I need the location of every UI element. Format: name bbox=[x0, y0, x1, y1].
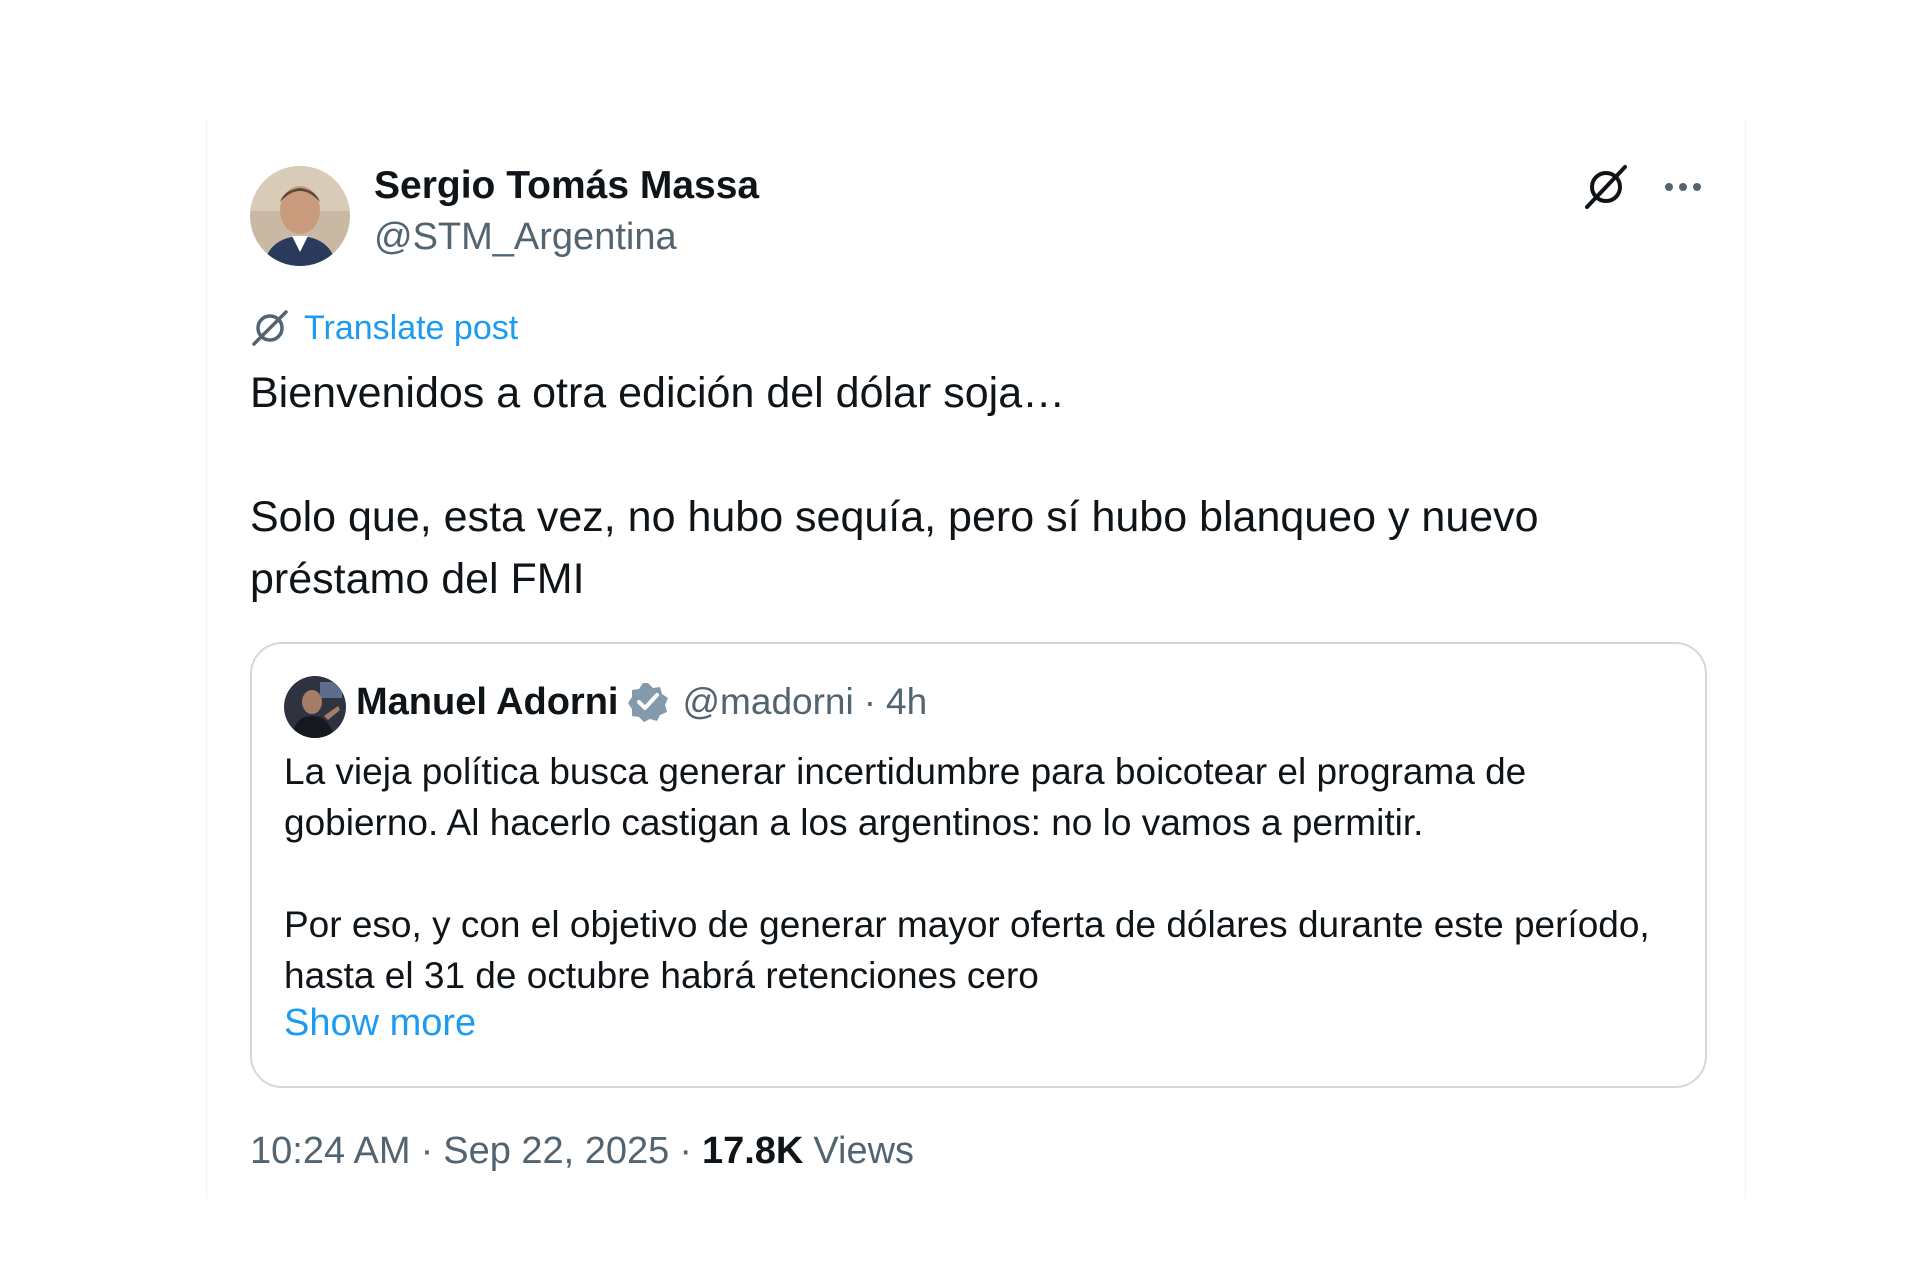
show-more-link[interactable]: Show more bbox=[284, 1002, 476, 1045]
author-avatar[interactable] bbox=[250, 166, 350, 266]
quoted-avatar-photo bbox=[284, 676, 346, 738]
post-paragraph: Bienvenidos a otra edición del dólar soj… bbox=[250, 369, 1066, 417]
quoted-author-name[interactable]: Manuel Adorni bbox=[356, 681, 618, 724]
translate-post-link[interactable]: Translate post bbox=[250, 308, 518, 348]
grok-icon[interactable] bbox=[1581, 162, 1631, 212]
quoted-post-text: La vieja política busca generar incertid… bbox=[284, 746, 1674, 1001]
post-time[interactable]: 10:24 AM bbox=[250, 1130, 411, 1173]
quoted-post[interactable]: Manuel Adorni @madorni · 4h La vieja pol… bbox=[250, 642, 1707, 1088]
post-date[interactable]: Sep 22, 2025 bbox=[443, 1130, 669, 1173]
quoted-header-separator: · bbox=[863, 681, 877, 722]
views-count: 17.8K bbox=[701, 1130, 804, 1172]
quoted-post-time[interactable]: 4h bbox=[886, 681, 927, 723]
post-card: Sergio Tomás Massa @STM_Argentina Transl… bbox=[206, 120, 1746, 1198]
verified-badge-icon bbox=[628, 683, 669, 722]
translate-icon bbox=[252, 310, 288, 346]
quoted-paragraph: La vieja política busca generar incertid… bbox=[284, 751, 1527, 843]
metadata-separator: · bbox=[420, 1130, 434, 1172]
author-handle[interactable]: @STM_Argentina bbox=[374, 216, 677, 259]
quoted-post-header: Manuel Adorni @madorni · 4h bbox=[356, 680, 927, 724]
quoted-author-handle[interactable]: @madorni bbox=[682, 681, 853, 723]
quoted-paragraph: Por eso, y con el objetivo de generar ma… bbox=[284, 904, 1650, 996]
post-paragraph: Solo que, esta vez, no hubo sequía, pero… bbox=[250, 493, 1539, 603]
post-text: Bienvenidos a otra edición del dólar soj… bbox=[250, 362, 1710, 610]
post-metadata: 10:24 AM · Sep 22, 2025 · 17.8K Views bbox=[250, 1130, 914, 1173]
post-header-actions bbox=[1581, 162, 1705, 212]
translate-post-label: Translate post bbox=[304, 308, 519, 347]
author-name[interactable]: Sergio Tomás Massa bbox=[374, 164, 759, 208]
quoted-author-avatar[interactable] bbox=[284, 676, 346, 738]
more-horizontal-icon[interactable] bbox=[1661, 165, 1705, 209]
metadata-separator: · bbox=[679, 1130, 692, 1172]
avatar-photo bbox=[250, 166, 350, 266]
views-label: Views bbox=[813, 1130, 915, 1172]
